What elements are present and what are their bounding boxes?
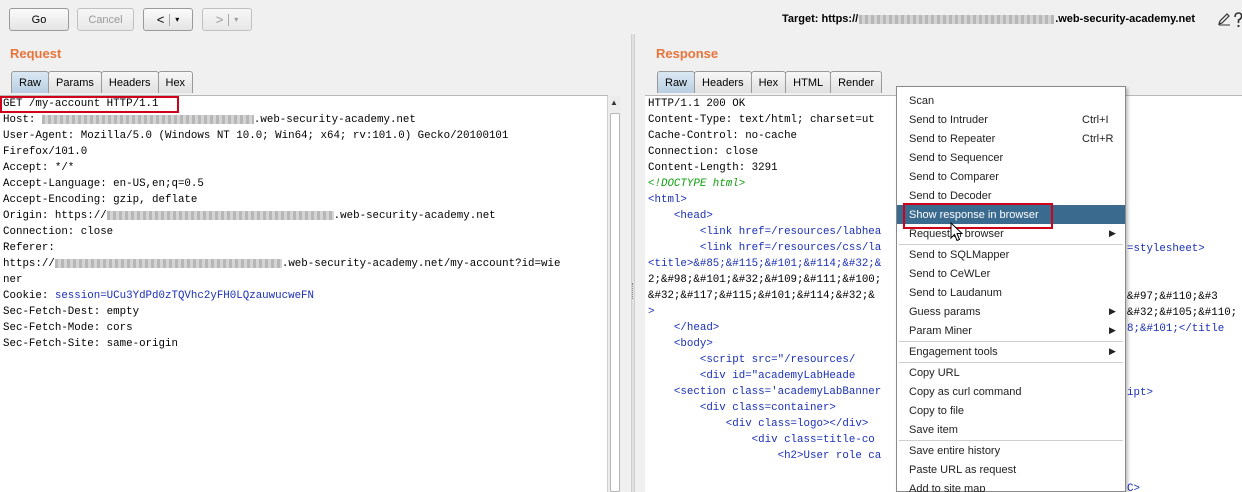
menu-item-guess-params[interactable]: Guess params ▶ <box>897 302 1125 321</box>
cookie-header: Cookie: session=UCu3YdPd0zTQVhc2yFH0LQza… <box>3 290 315 302</box>
scroll-thumb[interactable] <box>610 113 620 492</box>
menu-item-send-to-intruder[interactable]: Send to Intruder Ctrl+I <box>897 110 1125 129</box>
back-button[interactable]: < ▾ <box>143 8 193 31</box>
submenu-arrow-icon: ▶ <box>1109 228 1116 238</box>
request-title: Request <box>10 46 62 61</box>
menu-item-scan[interactable]: Scan <box>897 91 1125 110</box>
accept-language-header: Accept-Language: en-US,en;q=0.5 <box>3 178 204 190</box>
back-arrow-label: < <box>156 12 165 27</box>
user-agent-cont: Firefox/101.0 <box>3 146 88 158</box>
code-fragment: =stylesheet> <box>1127 243 1205 255</box>
request-line-highlight <box>0 96 179 113</box>
accept-encoding-header: Accept-Encoding: gzip, deflate <box>3 194 198 206</box>
sec-fetch-site-header: Sec-Fetch-Site: same-origin <box>3 338 178 350</box>
response-tabs: Raw Headers Hex HTML Render <box>657 71 883 93</box>
menu-item-send-to-cewler[interactable]: Send to CeWLer <box>897 264 1125 283</box>
tab-hex[interactable]: Hex <box>157 71 194 93</box>
tab-render[interactable]: Render <box>830 71 883 93</box>
tab-hex[interactable]: Hex <box>750 71 787 93</box>
menu-item-send-to-sqlmapper[interactable]: Send to SQLMapper <box>897 245 1125 264</box>
target-label: Target: https:// .web-security-academy.n… <box>782 13 1195 25</box>
host-header: Host: .web-security-academy.net <box>3 114 416 126</box>
menu-item-send-to-sequencer[interactable]: Send to Sequencer <box>897 148 1125 167</box>
split-divider[interactable] <box>631 34 635 492</box>
submenu-arrow-icon: ▶ <box>1109 325 1116 335</box>
code-fragment: ipt> <box>1127 387 1153 399</box>
connection-header: Connection: close <box>3 226 114 238</box>
menu-item-copy-to-file[interactable]: Copy to file <box>897 401 1125 420</box>
referer-url-cont: ner <box>3 274 23 286</box>
sec-fetch-dest-header: Sec-Fetch-Dest: empty <box>3 306 140 318</box>
mouse-cursor-icon <box>950 222 964 242</box>
code-fragment: &#97;&#110;&#3 <box>1127 291 1218 303</box>
target-suffix: .web-security-academy.net <box>1055 13 1195 25</box>
menu-item-send-to-laudanum[interactable]: Send to Laudanum <box>897 283 1125 302</box>
divider-grip[interactable] <box>632 283 634 299</box>
sec-fetch-mode-header: Sec-Fetch-Mode: cors <box>3 322 133 334</box>
submenu-arrow-icon: ▶ <box>1109 346 1116 356</box>
request-editor[interactable]: GET /my-account HTTP/1.1 Host: .web-secu… <box>0 95 608 492</box>
tab-headers[interactable]: Headers <box>100 71 159 93</box>
go-button[interactable]: Go <box>9 8 69 31</box>
user-agent-header: User-Agent: Mozilla/5.0 (Windows NT 10.0… <box>3 130 509 142</box>
code-fragment: 8;&#101;</title <box>1127 323 1225 335</box>
request-scrollbar[interactable]: ▲ <box>607 96 621 492</box>
redacted-host <box>859 14 1055 24</box>
menu-item-send-to-repeater[interactable]: Send to Repeater Ctrl+R <box>897 129 1125 148</box>
referer-url: https://.web-security-academy.net/my-acc… <box>3 258 561 270</box>
separator <box>169 13 171 26</box>
tab-headers[interactable]: Headers <box>694 71 752 93</box>
redacted-host <box>54 258 282 268</box>
tab-html[interactable]: HTML <box>785 71 832 93</box>
menu-item-param-miner[interactable]: Param Miner ▶ <box>897 321 1125 340</box>
response-title: Response <box>656 46 719 61</box>
help-icon[interactable] <box>1234 12 1242 28</box>
menu-item-paste-url-as-request[interactable]: Paste URL as request <box>897 460 1125 479</box>
redacted-host <box>106 210 334 220</box>
menu-item-copy-url[interactable]: Copy URL <box>897 363 1125 382</box>
code-fragment: C> <box>1127 483 1140 492</box>
forward-arrow-label: > <box>215 12 224 27</box>
forward-dropdown-icon[interactable]: ▾ <box>234 15 238 24</box>
redacted-host <box>41 114 254 124</box>
scroll-up-arrow-icon[interactable]: ▲ <box>610 98 618 107</box>
code-fragment: &#32;&#105;&#110; <box>1127 307 1238 319</box>
menu-item-send-to-comparer[interactable]: Send to Comparer <box>897 167 1125 186</box>
referer-header: Referer: <box>3 242 55 254</box>
cancel-button[interactable]: Cancel <box>77 8 134 31</box>
back-dropdown-icon[interactable]: ▾ <box>175 15 179 24</box>
menu-item-add-to-site-map[interactable]: Add to site map <box>897 479 1125 492</box>
origin-header: Origin: https://.web-security-academy.ne… <box>3 210 496 222</box>
menu-item-highlight <box>903 203 1053 229</box>
accept-header: Accept: */* <box>3 162 75 174</box>
forward-button[interactable]: > ▾ <box>202 8 252 31</box>
edit-pencil-icon[interactable] <box>1217 12 1231 26</box>
separator <box>228 13 230 26</box>
context-menu: Scan Send to Intruder Ctrl+I Send to Repe… <box>896 86 1126 492</box>
request-tabs: Raw Params Headers Hex <box>11 71 194 93</box>
menu-item-save-entire-history[interactable]: Save entire history <box>897 441 1125 460</box>
menu-item-copy-as-curl[interactable]: Copy as curl command <box>897 382 1125 401</box>
tab-params[interactable]: Params <box>48 71 102 93</box>
menu-item-engagement-tools[interactable]: Engagement tools ▶ <box>897 342 1125 361</box>
submenu-arrow-icon: ▶ <box>1109 306 1116 316</box>
tab-raw[interactable]: Raw <box>657 71 696 93</box>
tab-raw[interactable]: Raw <box>11 71 50 93</box>
target-prefix: Target: https:// <box>782 13 859 25</box>
menu-item-save-item[interactable]: Save item <box>897 420 1125 439</box>
